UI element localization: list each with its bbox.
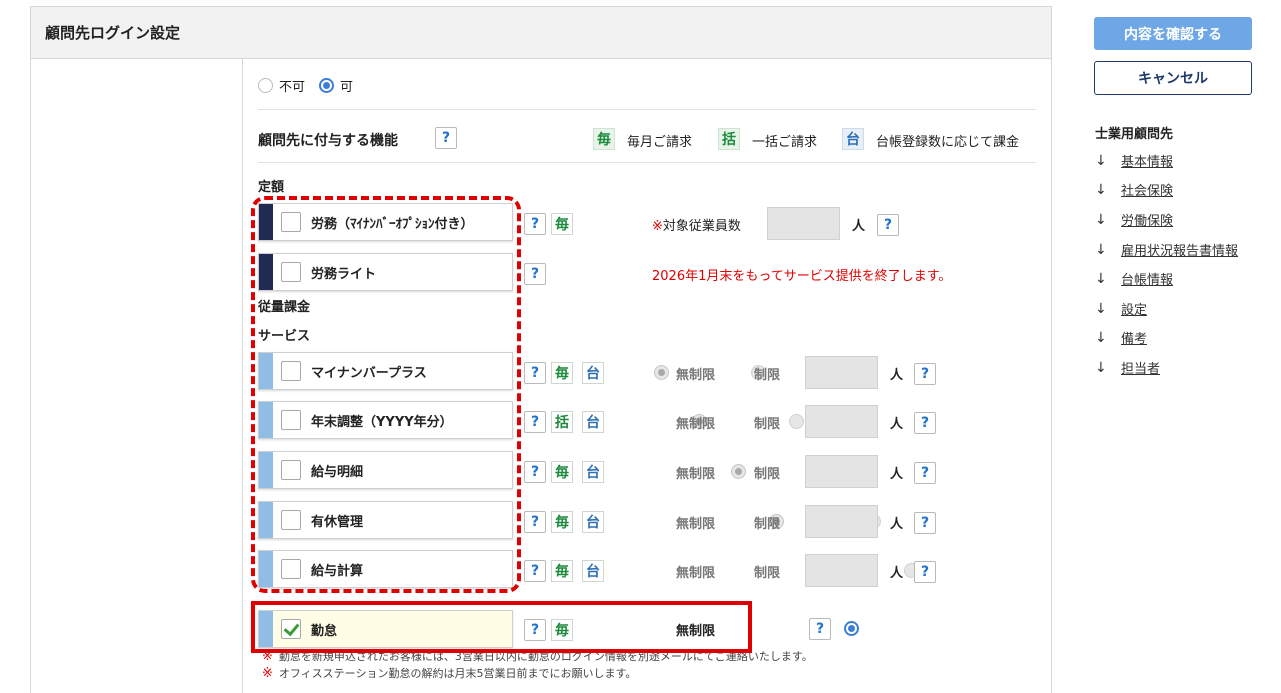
- unlimited-radio[interactable]: [730, 464, 746, 479]
- lump-badge: 括: [718, 128, 740, 150]
- divider: [258, 162, 1036, 163]
- service-help-icon[interactable]: ?: [524, 362, 546, 384]
- unlimited-radio[interactable]: [654, 365, 669, 380]
- unit-label: 人: [890, 467, 904, 482]
- limited-label: 制限: [754, 417, 781, 432]
- limited-label: 制限: [754, 517, 781, 532]
- limited-label: 制限: [754, 566, 781, 581]
- service-badge-1: 毎: [551, 560, 573, 582]
- nav-item-employment-report[interactable]: ↓ 雇用状況報告書情報: [1095, 240, 1238, 260]
- arrow-down-icon: ↓: [1095, 329, 1107, 346]
- nav-title: 士業用顧問先: [1095, 127, 1174, 142]
- nav-item-remarks[interactable]: ↓ 備考: [1095, 328, 1147, 348]
- confirm-button[interactable]: 内容を確認する: [1094, 17, 1252, 50]
- roumu-monthly-badge: 毎: [551, 213, 573, 235]
- unlimited-label: 無制限: [676, 368, 716, 383]
- limit-help-icon[interactable]: ?: [914, 561, 936, 583]
- nav-item-labor-insurance[interactable]: ↓ 労働保険: [1095, 210, 1173, 230]
- service-badge-2: 台: [582, 461, 604, 483]
- login-no-radio[interactable]: [258, 78, 273, 93]
- unlimited-label: 無制限: [676, 417, 716, 432]
- limit-help-icon[interactable]: ?: [914, 462, 936, 484]
- service-badge-2: 台: [582, 511, 604, 533]
- nav-item-social-insurance[interactable]: ↓ 社会保険: [1095, 180, 1173, 200]
- service-badge-1: 毎: [551, 511, 573, 533]
- login-yes-radio[interactable]: [319, 78, 335, 93]
- service-help-icon[interactable]: ?: [524, 560, 546, 582]
- service-badge-1: 毎: [551, 362, 573, 384]
- arrow-down-icon: ↓: [1095, 152, 1107, 169]
- service-badge-2: 台: [582, 362, 604, 384]
- unit-label: 人: [890, 566, 904, 581]
- nav-item-basic-info[interactable]: ↓ 基本情報: [1095, 151, 1173, 171]
- unit-label: 人: [890, 517, 904, 532]
- service-badge-2: 台: [582, 411, 604, 433]
- limit-input[interactable]: [805, 405, 878, 438]
- service-help-icon[interactable]: ?: [524, 461, 546, 483]
- divider: [258, 109, 1036, 110]
- features-title: 顧問先に付与する機能: [258, 133, 398, 149]
- highlight-solid-box: [251, 601, 752, 653]
- service-help-icon[interactable]: ?: [524, 411, 546, 433]
- panel-title: 顧問先ログイン設定: [31, 7, 1051, 59]
- ledger-badge: 台: [842, 128, 864, 150]
- monthly-legend-text: 毎月ご請求: [627, 135, 693, 150]
- lump-legend-text: 一括ご請求: [752, 135, 818, 150]
- limit-input[interactable]: [805, 505, 878, 538]
- limited-label: 制限: [754, 467, 781, 482]
- unlimited-label: 無制限: [676, 566, 716, 581]
- roumu-employee-help-icon[interactable]: ?: [877, 214, 899, 236]
- section-fixed: 定額: [258, 180, 285, 195]
- unit-label: 人: [890, 368, 904, 383]
- unlimited-label: 無制限: [676, 517, 716, 532]
- nav-item-settings[interactable]: ↓ 設定: [1095, 299, 1147, 319]
- arrow-down-icon: ↓: [1095, 300, 1107, 317]
- roumu-help-icon[interactable]: ?: [524, 213, 546, 235]
- limit-help-icon[interactable]: ?: [914, 363, 936, 385]
- service-badge-1: 括: [551, 411, 573, 433]
- roumu-lite-notice: 2026年1月末をもってサービス提供を終了します。: [652, 269, 952, 284]
- arrow-down-icon: ↓: [1095, 270, 1107, 287]
- nav-item-ledger-info[interactable]: ↓ 台帳情報: [1095, 269, 1173, 289]
- login-radio-group: 不可 可: [258, 76, 353, 95]
- nav-item-staff[interactable]: ↓ 担当者: [1095, 358, 1160, 378]
- roumu-employee-input[interactable]: [767, 207, 840, 240]
- roumu-employee-label: ※対象従業員数: [652, 219, 741, 234]
- limit-input[interactable]: [805, 356, 878, 389]
- login-no-label: 不可: [279, 80, 306, 95]
- limited-label: 制限: [754, 368, 781, 383]
- limit-input[interactable]: [805, 554, 878, 587]
- service-help-icon[interactable]: ?: [524, 511, 546, 533]
- service-badge-1: 毎: [551, 461, 573, 483]
- service-badge-2: 台: [582, 560, 604, 582]
- arrow-down-icon: ↓: [1095, 181, 1107, 198]
- arrow-down-icon: ↓: [1095, 241, 1107, 258]
- limit-input[interactable]: [805, 455, 878, 488]
- limit-help-icon[interactable]: ?: [914, 512, 936, 534]
- cancel-button[interactable]: キャンセル: [1094, 61, 1252, 95]
- arrow-down-icon: ↓: [1095, 359, 1107, 376]
- monthly-badge: 毎: [593, 128, 615, 150]
- highlight-dashed-box: [251, 196, 521, 593]
- features-help-icon[interactable]: ?: [435, 127, 457, 149]
- panel-label-column: [31, 59, 243, 693]
- roumu-lite-help-icon[interactable]: ?: [524, 263, 546, 285]
- unlimited-label: 無制限: [676, 467, 716, 482]
- unit-label: 人: [890, 417, 904, 432]
- ledger-legend-text: 台帳登録数に応じて課金: [876, 135, 1020, 150]
- note-2: ※ オフィスステーション勤怠の解約は月末5営業日前までにお願いします。: [262, 666, 637, 681]
- roumu-unit: 人: [852, 219, 866, 234]
- login-yes-label: 可: [340, 80, 354, 95]
- arrow-down-icon: ↓: [1095, 211, 1107, 228]
- kintai-limit-help-icon[interactable]: ?: [809, 618, 831, 640]
- limit-help-icon[interactable]: ?: [914, 412, 936, 434]
